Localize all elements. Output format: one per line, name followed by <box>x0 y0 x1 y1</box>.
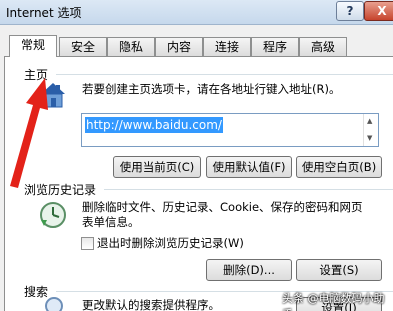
search-magnifier-icon <box>44 296 66 311</box>
delete-history-button[interactable]: 删除(D)... <box>206 259 292 281</box>
scroll-down-icon[interactable]: ▼ <box>367 134 372 142</box>
history-section-label: 浏览历史记录 <box>24 183 97 197</box>
home-page-icon <box>38 80 68 110</box>
window-title: Internet 选项 <box>6 6 82 20</box>
home-divider <box>56 74 393 75</box>
history-clock-icon <box>38 200 68 230</box>
tab-programs[interactable]: 程序 <box>251 37 299 56</box>
delete-on-exit-label: 退出时删除浏览历史记录(W) <box>97 236 244 250</box>
tab-privacy[interactable]: 隐私 <box>107 37 155 56</box>
tab-content[interactable]: 内容 <box>155 37 203 56</box>
watermark-text: 头条 @电脑数码小助手 <box>282 292 385 311</box>
close-button[interactable]: X <box>364 1 393 21</box>
title-bar: Internet 选项 ? X <box>0 0 393 25</box>
tab-security[interactable]: 安全 <box>59 37 107 56</box>
history-settings-button[interactable]: 设置(S) <box>296 259 382 281</box>
history-description-line1: 删除临时文件、历史记录、Cookie、保存的密码和网页 <box>82 200 363 214</box>
scroll-up-icon[interactable]: ▲ <box>367 117 372 125</box>
tab-advanced[interactable]: 高级 <box>299 37 347 56</box>
use-default-button[interactable]: 使用默认值(F) <box>206 156 292 178</box>
history-description-line2: 表单信息。 <box>82 215 140 229</box>
history-divider <box>104 189 393 190</box>
home-url-value: http://www.baidu.com/ <box>85 117 223 133</box>
home-description: 若要创建主页选项卡，请在各地址行键入地址(R)。 <box>82 82 341 96</box>
tab-general[interactable]: 常规 <box>9 35 57 57</box>
url-scrollbar[interactable]: ▲ ▼ <box>363 114 378 146</box>
home-url-input[interactable]: http://www.baidu.com/ ▲ ▼ <box>81 113 379 147</box>
use-current-button[interactable]: 使用当前页(C) <box>113 156 201 178</box>
help-button[interactable]: ? <box>336 1 364 21</box>
tab-connections[interactable]: 连接 <box>203 37 251 56</box>
search-description: 更改默认的搜索提供程序。 <box>82 298 220 311</box>
use-blank-button[interactable]: 使用空白页(B) <box>296 156 382 178</box>
internet-options-dialog: Internet 选项 ? X 常规 安全 隐私 内容 连接 程序 高级 主页 … <box>0 0 393 311</box>
delete-on-exit-checkbox[interactable] <box>81 237 94 250</box>
